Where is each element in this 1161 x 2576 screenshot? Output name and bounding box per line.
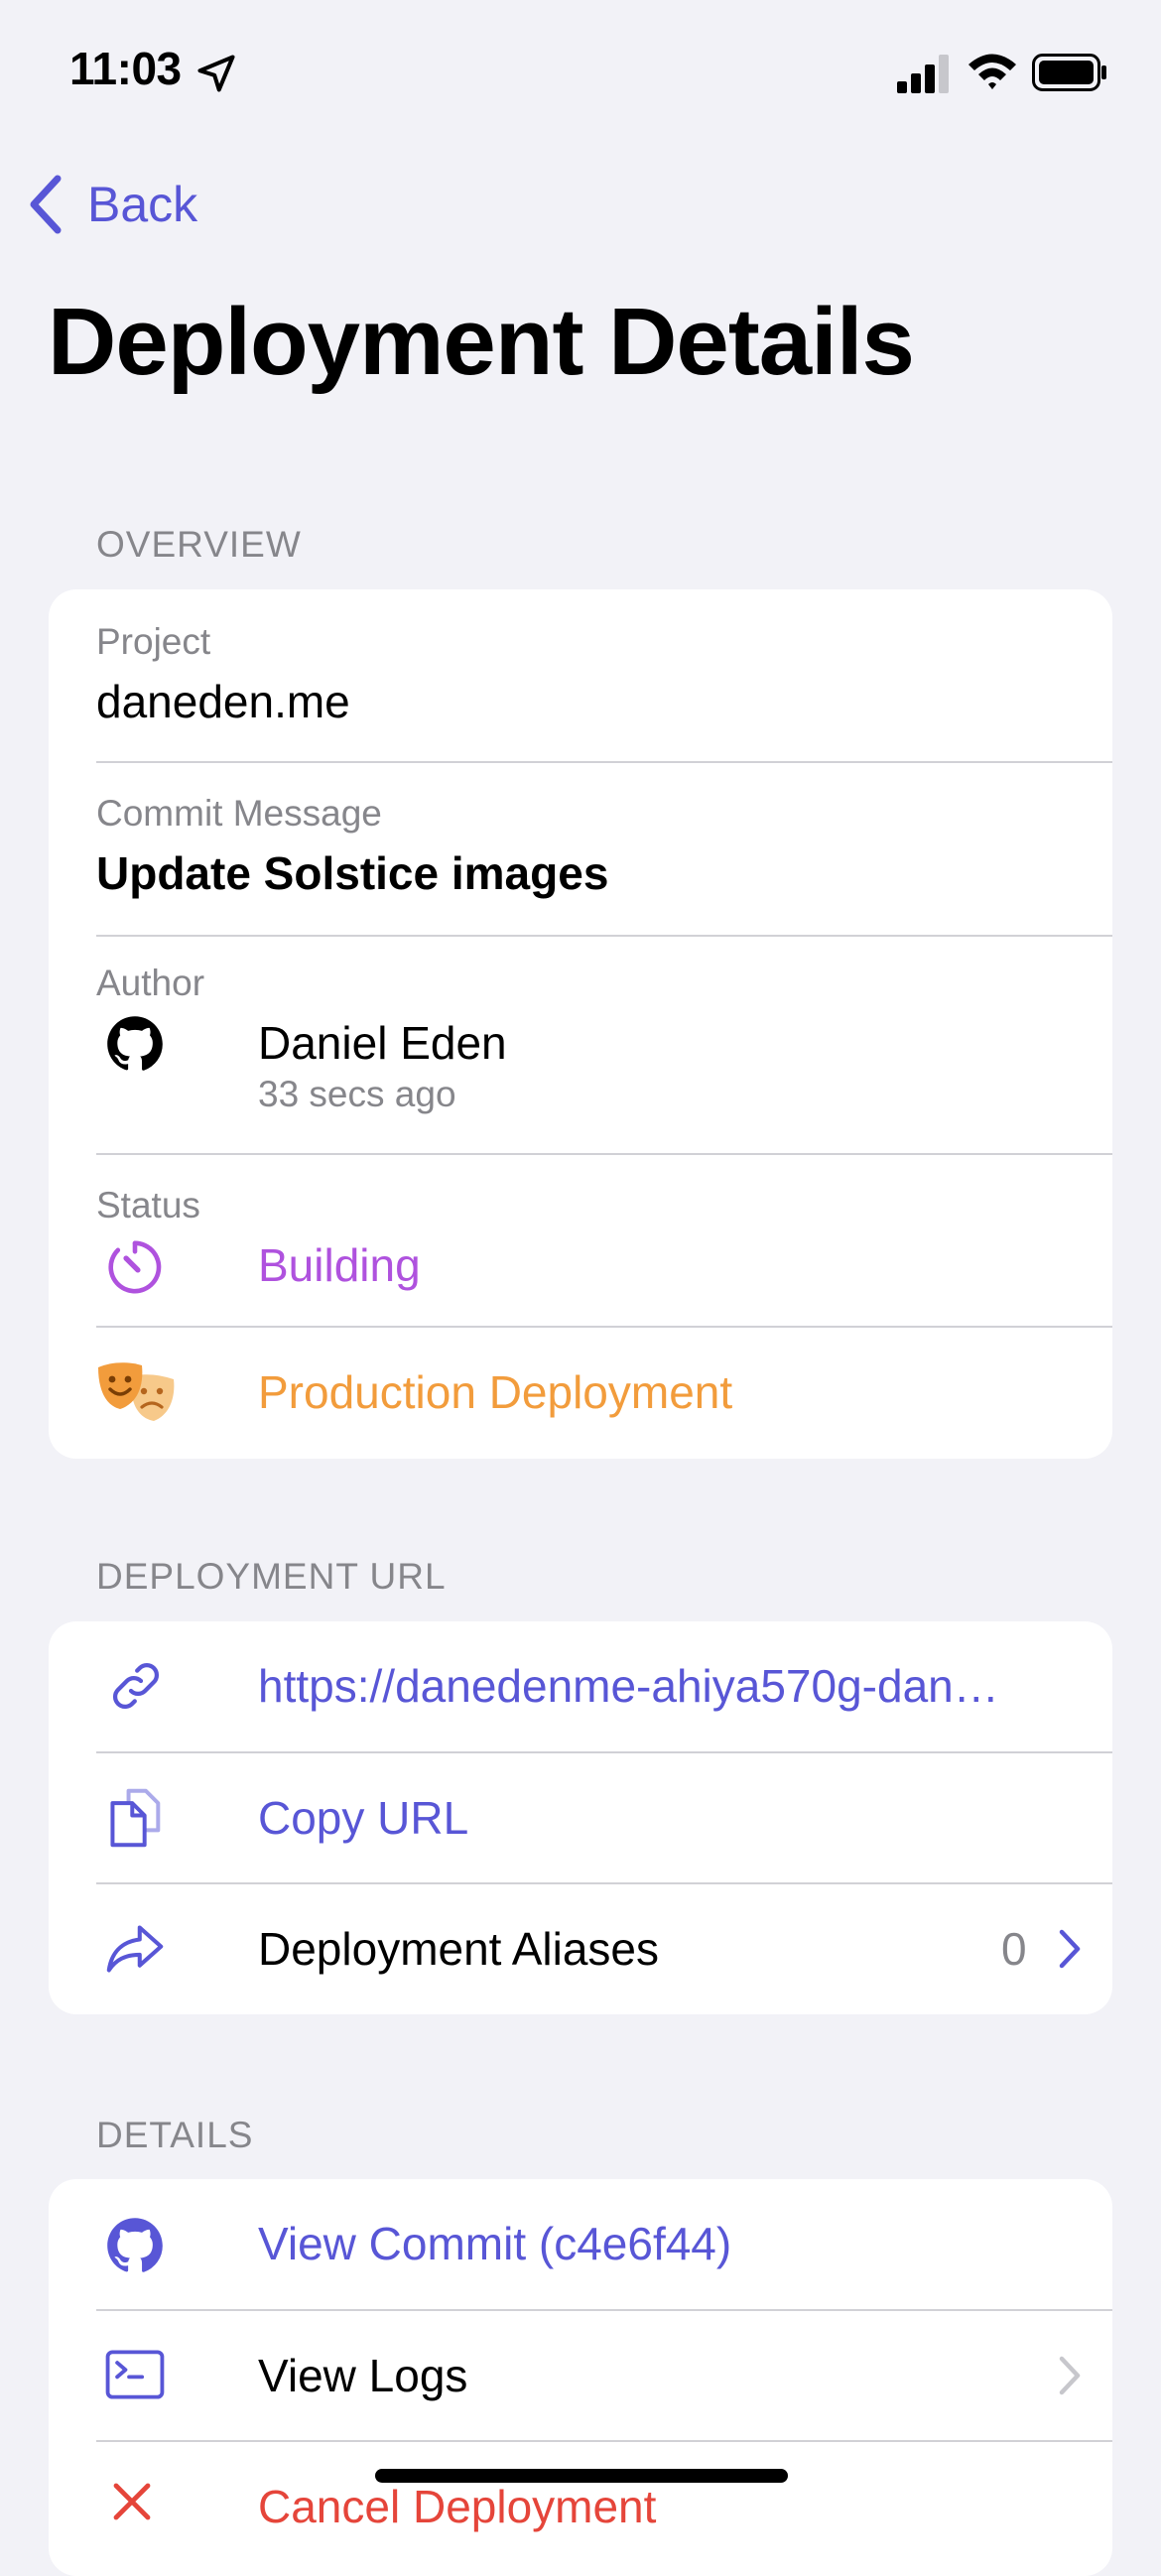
- status-time: 11:03: [69, 43, 182, 94]
- chevron-right-icon: [1059, 1929, 1081, 1969]
- share-arrow-icon: [106, 1925, 164, 1973]
- deployment-aliases-row[interactable]: Deployment Aliases 0: [96, 1884, 1112, 2014]
- github-icon: [107, 2218, 163, 2272]
- environment-value: Production Deployment: [258, 1366, 733, 1418]
- back-button[interactable]: Back: [26, 169, 197, 240]
- author-row: Author Daniel Eden 33 secs ago: [96, 937, 1112, 1155]
- view-logs-row[interactable]: View Logs: [96, 2311, 1112, 2440]
- author-name: Daniel Eden: [258, 1017, 507, 1069]
- cancel-deployment-label: Cancel Deployment: [258, 2481, 657, 2532]
- section-header-overview: OVERVIEW: [96, 524, 302, 565]
- status-bar: 11:03: [0, 0, 1161, 139]
- chevron-left-icon: [30, 175, 62, 234]
- x-mark-icon: [113, 2483, 151, 2520]
- section-header-deployment-url: DEPLOYMENT URL: [96, 1556, 447, 1597]
- commit-message-row: Commit Message Update Solstice images: [96, 763, 1112, 936]
- back-label: Back: [87, 177, 198, 232]
- theater-masks-icon: [98, 1362, 175, 1421]
- project-label: Project: [96, 621, 211, 662]
- copy-url-label: Copy URL: [258, 1792, 469, 1844]
- timer-icon: [108, 1240, 162, 1294]
- copy-url-button[interactable]: Copy URL: [96, 1753, 1112, 1882]
- status-label: Status: [96, 1185, 200, 1225]
- commit-message-value: Update Solstice images: [96, 847, 609, 899]
- deployment-aliases-count: 0: [1001, 1923, 1027, 1975]
- wifi-icon: [968, 54, 1016, 89]
- document-copy-icon: [110, 1788, 161, 1848]
- link-icon: [112, 1662, 160, 1710]
- project-value: daneden.me: [96, 676, 350, 727]
- cellular-signal-icon: [897, 55, 949, 93]
- deployment-url-link[interactable]: https://danedenme-ahiya570g-dan…: [96, 1621, 1112, 1752]
- terminal-icon: [105, 2350, 165, 2399]
- view-logs-label: View Logs: [258, 2350, 468, 2401]
- deployment-url-value: https://danedenme-ahiya570g-dan…: [258, 1660, 999, 1712]
- view-commit-label: View Commit (c4e6f44): [258, 2218, 732, 2269]
- status-value: Building: [258, 1239, 421, 1291]
- project-row: Project daneden.me: [96, 589, 1112, 762]
- view-commit-button[interactable]: View Commit (c4e6f44): [96, 2179, 1112, 2310]
- author-time: 33 secs ago: [258, 1074, 456, 1114]
- github-icon: [107, 1016, 163, 1071]
- details-card: View Commit (c4e6f44) View Logs Cancel D…: [49, 2179, 1112, 2576]
- battery-icon: [1032, 54, 1106, 91]
- section-header-details: DETAILS: [96, 2115, 254, 2155]
- deployment-aliases-label: Deployment Aliases: [258, 1923, 659, 1975]
- cancel-deployment-button[interactable]: Cancel Deployment: [96, 2442, 1112, 2576]
- location-arrow-icon: [197, 55, 235, 92]
- environment-row: Production Deployment: [96, 1328, 1112, 1459]
- author-label: Author: [96, 963, 205, 1003]
- status-row: Status Building: [96, 1155, 1112, 1326]
- overview-card: Project daneden.me Commit Message Update…: [49, 589, 1112, 1459]
- deployment-url-card: https://danedenme-ahiya570g-dan… Copy UR…: [49, 1621, 1112, 2014]
- chevron-right-icon: [1059, 2356, 1081, 2395]
- page-title: Deployment Details: [48, 289, 915, 395]
- home-indicator[interactable]: [375, 2469, 788, 2483]
- commit-message-label: Commit Message: [96, 793, 382, 834]
